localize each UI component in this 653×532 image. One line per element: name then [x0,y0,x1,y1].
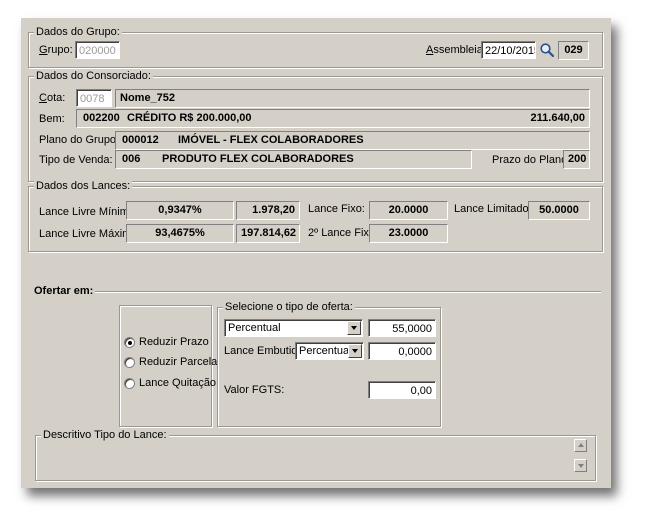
cota-label: Cota: [39,92,66,104]
embutido-select[interactable]: Percentual [295,342,364,360]
scroll-down-icon[interactable] [574,459,587,472]
dados-lances-group: Dados dos Lances: [28,180,603,252]
prazo-label: Prazo do Plano: [492,154,571,166]
fixo2-label: 2º Lance Fixo: [308,227,379,239]
assembleia-code: 029 [558,41,589,60]
livre-min-pct: 0,9347% [126,201,234,220]
descritivo-title: Descritivo Tipo do Lance: [41,429,169,441]
radio-reduzir-parcela-label: Reduzir Parcela [139,356,218,368]
fgts-amount-input[interactable]: 0,00 [368,381,436,399]
radio-reduzir-parcela-dot[interactable] [124,357,135,368]
form-window: Dados do Grupo: Grupo: 020000 Assembleia… [21,18,611,488]
fixo-label: Lance Fixo: [308,203,365,215]
tipo-oferta-title: Selecione o tipo de oferta: [223,301,355,313]
plano-field: 000012 IMÓVEL - FLEX COLABORADORES [115,131,590,150]
cota-input[interactable]: 0078 [76,89,112,107]
embutido-amount-input[interactable]: 0,0000 [368,342,436,360]
ofertar-title: Ofertar em: [34,285,94,297]
tipo-venda-desc: PRODUTO FLEX COLABORADORES [162,153,354,165]
tipo-oferta-select[interactable]: Percentual [224,319,363,337]
dados-grupo-title: Dados do Grupo: [34,26,122,38]
plano-code: 000012 [122,134,159,146]
chevron-down-icon[interactable] [348,344,362,358]
livre-max-val: 197.814,62 [236,224,300,243]
tipo-oferta-select-value: Percentual [228,322,281,334]
embutido-select-value: Percentual [299,345,352,357]
limitado-value: 50.0000 [528,201,590,220]
assembleia-label: Assembleia: [426,44,486,56]
grupo-input[interactable]: 020000 [75,41,120,59]
bem-valor: 211.640,00 [530,112,585,124]
scroll-up-icon[interactable] [574,439,587,452]
tipo-oferta-amount-input[interactable]: 55,0000 [368,319,436,337]
fgts-label: Valor FGTS: [224,384,285,396]
fixo-value: 20.0000 [369,201,448,220]
bem-desc: CRÉDITO R$ 200.000,00 [127,112,252,124]
dados-consorciado-title: Dados do Consorciado: [34,70,153,82]
descritivo-group: Descritivo Tipo do Lance: [35,429,596,481]
nome-consorciado: Nome_752 [115,89,590,108]
bem-label: Bem: [39,113,65,125]
livre-max-pct: 93,4675% [126,224,234,243]
radio-reduzir-prazo-label: Reduzir Prazo [139,336,209,348]
tipo-venda-code: 006 [122,153,141,165]
tipo-venda-label: Tipo de Venda: [39,154,113,166]
bem-code: 002200 [83,112,120,124]
livre-min-label: Lance Livre Mínimo: [39,206,139,218]
radio-reduzir-prazo-dot[interactable] [124,337,135,348]
tipo-venda-field: 006 PRODUTO FLEX COLABORADORES [115,150,472,169]
search-icon[interactable] [539,42,555,58]
plano-label: Plano do Grupo: [39,134,120,146]
grupo-label: Grupo: [39,44,73,56]
fixo2-value: 23.0000 [369,224,448,243]
grupo-label-text: rupo: [47,44,73,56]
assembleia-date-input[interactable]: 22/10/2015 [481,41,536,59]
radio-lance-quitacao-dot[interactable] [124,378,135,389]
ofertar-separator [95,291,601,293]
radio-lance-quitacao-label: Lance Quitação [139,377,217,389]
plano-desc: IMÓVEL - FLEX COLABORADORES [178,134,364,146]
limitado-label: Lance Limitado: [454,203,532,215]
bem-field: 002200 CRÉDITO R$ 200.000,00 211.640,00 [76,109,590,128]
dados-lances-title: Dados dos Lances: [34,180,133,192]
livre-min-val: 1.978,20 [236,201,300,220]
chevron-down-icon[interactable] [347,321,361,335]
prazo-value: 200 [563,150,590,169]
